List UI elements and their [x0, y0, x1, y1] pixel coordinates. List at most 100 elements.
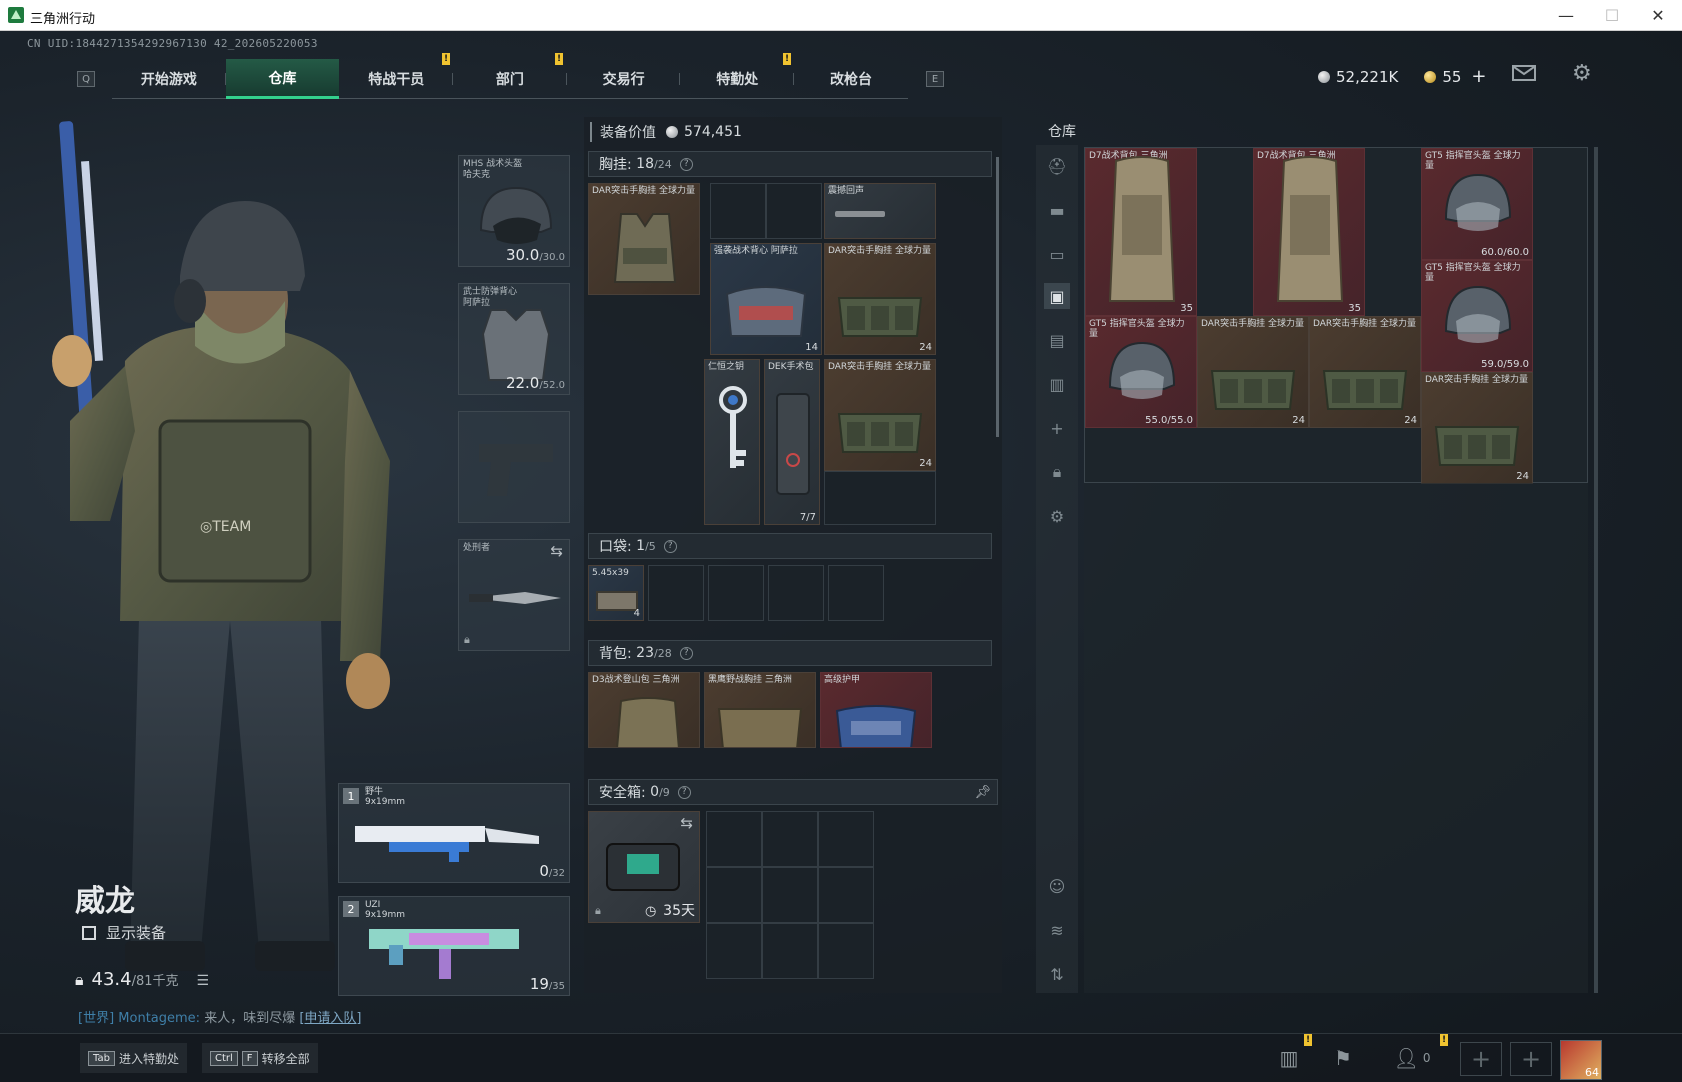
melee-slot[interactable]: 处刑者 ⇆ 🔒︎ — [458, 539, 570, 651]
category-helmet-icon[interactable]: ⛑︎ — [1044, 153, 1070, 179]
chat-join-team-link[interactable]: [申请入队] — [299, 1011, 361, 1026]
backpack-help-icon[interactable]: ? — [679, 646, 693, 660]
secure-cell[interactable] — [706, 923, 762, 979]
helmet-slot[interactable]: MHS 战术头盔 哈夫克 30.0/30.0 — [458, 155, 570, 267]
stats-chart-icon[interactable]: ▥ — [1274, 1044, 1304, 1072]
pocket-cell[interactable] — [708, 565, 764, 621]
chest-item-slot[interactable]: DEK手术包 7/7 — [764, 359, 820, 525]
secure-container-slot[interactable]: ⇆ 🔒︎ ◷ 35天 — [588, 811, 700, 923]
pocket-cell[interactable] — [768, 565, 824, 621]
category-rifle-icon[interactable]: ▬ — [1044, 197, 1070, 223]
tab-department[interactable]: 部门 — [453, 59, 567, 99]
chest-grid-cell[interactable] — [766, 183, 822, 239]
stack-layers-icon[interactable]: ≋ — [1044, 917, 1070, 943]
friends-icon[interactable]: 👤︎ 0 — [1392, 1044, 1432, 1072]
warehouse-item[interactable]: D7战术背包 三角洲 35 — [1253, 148, 1365, 316]
invite-slot-plus-icon[interactable]: + — [1510, 1042, 1552, 1076]
secure-cell[interactable] — [762, 811, 818, 867]
tab-gunsmith[interactable]: 改枪台 — [794, 59, 908, 99]
pocket-cell[interactable] — [828, 565, 884, 621]
secure-cell[interactable] — [818, 811, 874, 867]
warehouse-item[interactable]: DAR突击手胸挂 全球力量 24 — [1421, 372, 1533, 484]
secondary-weapon-slot[interactable]: 2 UZI 9x19mm 19/35 — [338, 896, 570, 996]
category-lock-icon[interactable]: 🔒︎ — [1044, 459, 1070, 485]
category-medical-plus-icon[interactable]: + — [1044, 415, 1070, 441]
primary-weapon-slot[interactable]: 1 野牛 9x19mm 0/32 — [338, 783, 570, 883]
chest-grid-cell[interactable] — [710, 183, 766, 239]
weight-list-icon[interactable]: ☰ — [197, 973, 210, 989]
armor-slot[interactable]: 武士防弹背心 阿萨拉 22.0/52.0 — [458, 283, 570, 395]
chest-item-slot[interactable]: DAR突击手胸挂 全球力量 24 — [824, 359, 936, 471]
minimize-button[interactable]: — — [1543, 0, 1589, 31]
secure-cell[interactable] — [706, 811, 762, 867]
warehouse-item[interactable]: DAR突击手胸挂 全球力量 24 — [1197, 316, 1309, 428]
tab-start-game[interactable]: 开始游戏 — [112, 59, 226, 99]
backpack-icon — [616, 697, 680, 747]
item-count: 24 — [919, 342, 932, 353]
warehouse-item[interactable]: GT5 指挥官头盔 全球力量 55.0/55.0 — [1085, 316, 1197, 428]
secure-cell[interactable] — [762, 923, 818, 979]
warehouse-item[interactable]: D7战术背包 三角洲 35 — [1085, 148, 1197, 316]
mail-icon[interactable] — [1512, 65, 1536, 81]
chest-rig-help-icon[interactable]: ? — [679, 157, 693, 171]
chest-grid-cell[interactable] — [824, 471, 936, 525]
backpack-item-slot[interactable]: D3战术登山包 三角洲 — [588, 672, 700, 748]
sort-icon[interactable]: ⇅ — [1044, 961, 1070, 987]
player-avatar[interactable]: 64 — [1560, 1040, 1602, 1080]
item-count: 14 — [805, 342, 818, 353]
maximize-button[interactable]: ☐ — [1589, 0, 1635, 31]
pocket-cell[interactable] — [648, 565, 704, 621]
armor-icon — [835, 705, 917, 747]
enter-special-ops-button[interactable]: Tab 进入特勤处 — [80, 1043, 187, 1073]
settings-gear-icon[interactable]: ⚙ — [1572, 61, 1592, 86]
swap-icon[interactable]: ⇆ — [680, 814, 693, 832]
item-name: DEK手术包 — [768, 362, 814, 372]
pocket-item-slot[interactable]: 5.45x39 4 — [588, 565, 644, 621]
tab-special-ops[interactable]: 特勤处 — [680, 59, 795, 99]
backpack-item-slot[interactable]: 高级护甲 — [820, 672, 932, 748]
add-gold-button[interactable]: + — [1471, 66, 1486, 87]
chest-rig-header: 胸挂: 18 /24 ? — [588, 151, 992, 177]
tab-trade-market[interactable]: 交易行 — [567, 59, 681, 99]
warehouse-item[interactable]: GT5 指挥官头盔 全球力量 59.0/59.0 — [1421, 260, 1533, 372]
loadout-scrollbar[interactable] — [996, 157, 999, 437]
category-attachment-icon[interactable]: ▥ — [1044, 371, 1070, 397]
chest-item-slot[interactable]: DAR突击手胸挂 全球力量 24 — [824, 243, 936, 355]
flag-icon[interactable]: ⚑ — [1328, 1044, 1358, 1072]
chest-rig-slot[interactable]: DAR突击手胸挂 全球力量 — [588, 183, 700, 295]
backpack-item-slot[interactable]: 黑鹰野战胸挂 三角洲 — [704, 672, 816, 748]
category-smg-icon[interactable]: ▭ — [1044, 241, 1070, 267]
loadout-panel: 装备价值 574,451 胸挂: 18 /24 ? DAR突击手胸挂 全球力量 … — [584, 117, 1002, 993]
category-all-icon[interactable]: ▣ — [1044, 283, 1070, 309]
warehouse-item[interactable]: GT5 指挥官头盔 全球力量 60.0/60.0 — [1421, 148, 1533, 260]
tab-operators[interactable]: 特战干员 — [339, 59, 454, 99]
chest-item-slot[interactable]: 仁恒之钥 — [704, 359, 760, 525]
pocket-help-icon[interactable]: ? — [663, 539, 677, 553]
category-ammo-icon[interactable]: ▤ — [1044, 327, 1070, 353]
warehouse-scrollbar[interactable] — [1594, 147, 1598, 993]
window-titlebar: 三角洲行动 — ☐ ✕ — [0, 0, 1682, 31]
secure-cell[interactable] — [818, 923, 874, 979]
chest-item-slot[interactable]: 震撼回声 — [824, 183, 936, 239]
swap-icon[interactable]: ⇆ — [550, 542, 563, 560]
pin-icon[interactable]: 📌︎ — [974, 785, 991, 800]
warehouse-item[interactable]: DAR突击手胸挂 全球力量 24 — [1309, 316, 1421, 428]
pistol-slot-empty[interactable] — [458, 411, 570, 523]
chest-item-slot[interactable]: 强袭战术背心 阿萨拉 14 — [710, 243, 822, 355]
secure-cell[interactable] — [706, 867, 762, 923]
tab-warehouse[interactable]: 仓库 — [225, 59, 340, 99]
secure-cell[interactable] — [818, 867, 874, 923]
chat-user[interactable]: Montageme: — [118, 1011, 200, 1026]
item-name: 仁恒之钥 — [708, 362, 745, 372]
secure-cell[interactable] — [762, 867, 818, 923]
show-equipment-checkbox[interactable] — [82, 925, 96, 940]
transfer-all-button[interactable]: Ctrl F 转移全部 — [202, 1043, 318, 1073]
invite-slot-plus-icon[interactable]: + — [1460, 1042, 1502, 1076]
carry-weight: 🔒︎ 43.4 /81千克 ☰ — [75, 969, 209, 990]
category-gear-icon[interactable]: ⚙ — [1044, 503, 1070, 529]
close-button[interactable]: ✕ — [1635, 0, 1681, 31]
category-person-icon[interactable]: ☺ — [1044, 873, 1070, 899]
helmet-icon — [1444, 173, 1512, 231]
secure-container-help-icon[interactable]: ? — [677, 785, 691, 799]
show-equipment-toggle[interactable]: 显示装备 — [82, 922, 166, 943]
